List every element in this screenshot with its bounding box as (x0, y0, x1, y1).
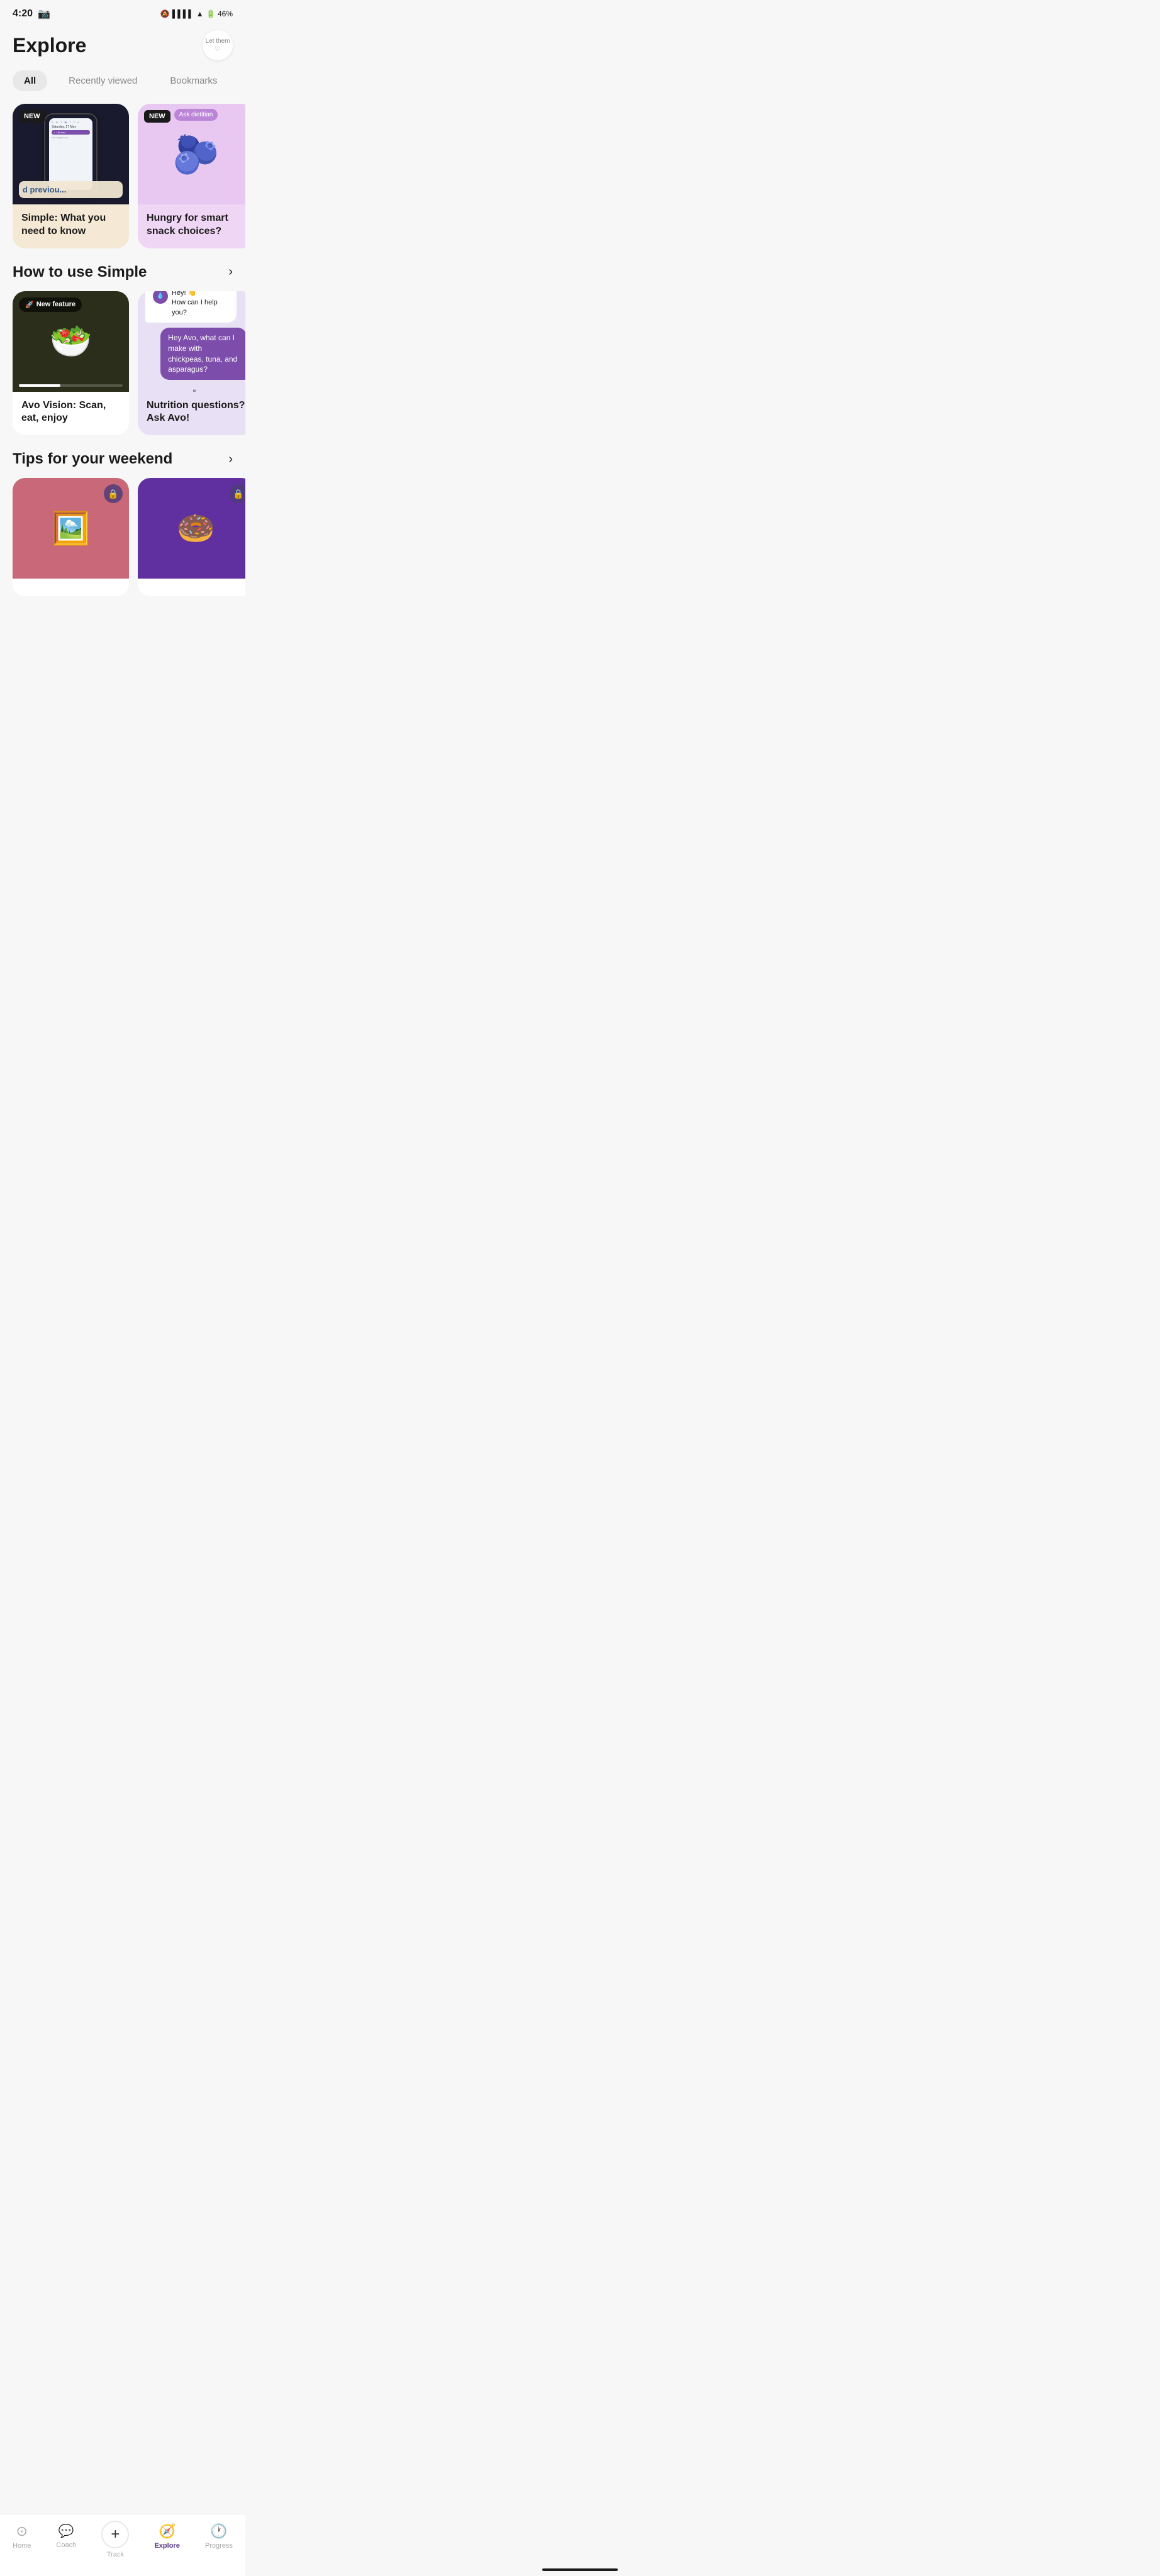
tip-card-1-image: 🖼️ 🔒 (13, 478, 129, 579)
section-how-header: How to use Simple › (0, 264, 245, 291)
card-simple[interactable]: SMTWTFS Saturday, 17 May ✓ 16h fast Not … (13, 104, 129, 248)
explore-icon: 🧭 (159, 2523, 176, 2540)
card-avo-vision-title: Avo Vision: Scan, eat, enjoy (21, 399, 120, 426)
chat-bot-bubble: 💧 Hey! 👋 How can I help you? (145, 291, 237, 323)
new-badge-1: NEW (19, 110, 45, 123)
section-how-title: How to use Simple (13, 264, 147, 281)
avatar-button[interactable]: Let them♡ (203, 30, 233, 60)
card-ask-avo-body: Nutrition questions? Ask Avo! (138, 392, 245, 436)
page-header: Explore Let them♡ (0, 25, 245, 70)
card-avo-vision-body: Avo Vision: Scan, eat, enjoy (13, 392, 129, 436)
card-ask-avo[interactable]: 💧 Hey! 👋 How can I help you? Hey Avo, wh… (138, 291, 245, 436)
camera-icon: 📷 (38, 8, 50, 20)
tip-card-2-body (138, 579, 245, 596)
battery-icon: 🔋 46% (206, 9, 233, 18)
card-avo-vision-image: 🥗 🚀 New feature (13, 291, 129, 392)
tab-all[interactable]: All (13, 70, 47, 91)
section-tips-arrow[interactable]: › (228, 452, 233, 467)
status-icons: 🔕 ▌▌▌▌ ▲ 🔋 46% (160, 9, 233, 18)
main-content: SMTWTFS Saturday, 17 May ✓ 16h fast Not … (0, 104, 245, 674)
rocket-icon: 🚀 (25, 301, 34, 309)
tip-card-1[interactable]: 🖼️ 🔒 (13, 478, 129, 596)
bot-avatar: 💧 (153, 291, 168, 304)
card-simple-title: Simple: What you need to know (21, 212, 120, 238)
featured-cards-scroll: SMTWTFS Saturday, 17 May ✓ 16h fast Not … (0, 104, 245, 264)
section-how-arrow[interactable]: › (228, 265, 233, 279)
bot-question: How can I help you? (172, 298, 229, 318)
nav-track-label: Track (107, 2551, 124, 2558)
chat-preview: 💧 Hey! 👋 How can I help you? Hey Avo, wh… (138, 291, 245, 392)
card-hungry-body: Hungry for smart snack choices? (138, 204, 245, 248)
nav-home-label: Home (13, 2542, 31, 2550)
card-hungry[interactable]: 🫐 Ask dietitian NEW Hungry for smart sna… (138, 104, 245, 248)
card-ask-avo-title: Nutrition questions? Ask Avo! (147, 399, 245, 426)
how-cards-scroll: 🥗 🚀 New feature Avo Vision: Scan, eat, e… (0, 291, 245, 451)
home-indicator (542, 2568, 618, 2571)
bot-greeting: Hey! 👋 (172, 291, 229, 299)
card-hungry-title: Hungry for smart snack choices? (147, 212, 245, 238)
lock-icon-1: 🔒 (104, 484, 123, 503)
card-ask-avo-image: 💧 Hey! 👋 How can I help you? Hey Avo, wh… (138, 291, 245, 392)
nav-progress[interactable]: 🕐 Progress (198, 2521, 240, 2561)
status-time: 4:20 (13, 8, 33, 19)
card-simple-body: Simple: What you need to know (13, 204, 129, 248)
home-icon: ⊙ (16, 2523, 28, 2540)
avatar-text: Let them♡ (206, 37, 230, 53)
tip-card-2-image: 🍩 🔒 (138, 478, 245, 579)
tip-card-2[interactable]: 🍩 🔒 (138, 478, 245, 596)
tip-card-1-body (13, 579, 129, 596)
nav-explore[interactable]: 🧭 Explore (147, 2521, 187, 2561)
nav-track[interactable]: + Track (94, 2521, 137, 2561)
page-title: Explore (13, 34, 86, 57)
lock-icon-2: 🔒 (229, 484, 245, 503)
chat-user-bubble: Hey Avo, what can I make with chickpeas,… (160, 328, 245, 380)
plus-icon: + (111, 2526, 120, 2543)
tips-cards-scroll: 🖼️ 🔒 🍩 🔒 🌟 (0, 478, 245, 611)
new-badge-2: NEW (144, 110, 170, 123)
nav-home[interactable]: ⊙ Home (5, 2521, 38, 2561)
card-simple-image: SMTWTFS Saturday, 17 May ✓ 16h fast Not … (13, 104, 129, 204)
new-feature-badge: 🚀 New feature (19, 297, 82, 312)
wifi-icon: ▲ (196, 9, 204, 18)
filter-tabs: All Recently viewed Bookmarks (0, 70, 245, 104)
section-tips-header: Tips for your weekend › (0, 450, 245, 478)
nav-explore-label: Explore (154, 2542, 179, 2550)
nav-coach-label: Coach (56, 2541, 76, 2549)
tab-bookmarks[interactable]: Bookmarks (159, 70, 228, 91)
mute-icon: 🔕 (160, 9, 170, 18)
section-tips-title: Tips for your weekend (13, 450, 172, 468)
nav-progress-label: Progress (205, 2542, 233, 2550)
status-bar: 4:20 📷 🔕 ▌▌▌▌ ▲ 🔋 46% (0, 0, 245, 25)
signal-icon: ▌▌▌▌ (172, 9, 194, 18)
track-center-button[interactable]: + (101, 2521, 129, 2548)
card-hungry-image: 🫐 Ask dietitian NEW (138, 104, 245, 204)
card-avo-vision[interactable]: 🥗 🚀 New feature Avo Vision: Scan, eat, e… (13, 291, 129, 436)
nav-coach[interactable]: 💬 Coach (48, 2521, 84, 2561)
tab-recently-viewed[interactable]: Recently viewed (57, 70, 148, 91)
progress-icon: 🕐 (210, 2523, 227, 2540)
coach-icon: 💬 (59, 2523, 74, 2539)
cursor-icon: ↖ (192, 387, 200, 391)
bottom-nav: ⊙ Home 💬 Coach + Track 🧭 Explore 🕐 Progr… (0, 2514, 245, 2576)
